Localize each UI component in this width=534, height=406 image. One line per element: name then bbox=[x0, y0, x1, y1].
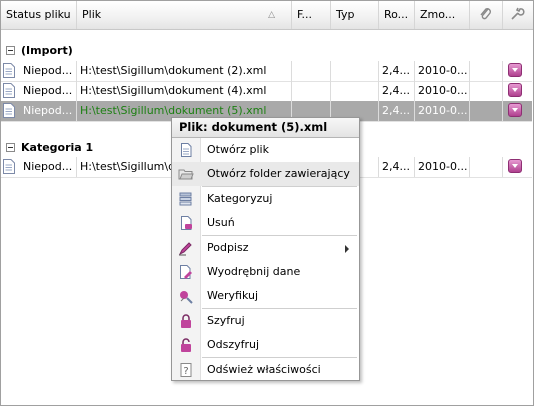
group-header-import[interactable]: (Import) bbox=[6, 43, 73, 59]
paperclip-icon bbox=[480, 8, 491, 20]
submenu-arrow-icon bbox=[345, 245, 349, 253]
column-header-f[interactable]: F... bbox=[292, 1, 331, 29]
wrench-icon bbox=[511, 7, 525, 20]
context-menu: Plik: dokument (5).xml Otwórz plik Otwór… bbox=[171, 117, 360, 381]
sign-pen-icon bbox=[178, 242, 192, 256]
table-row[interactable]: Niepod... H:\test\Sigillum\dokument (4).… bbox=[1, 81, 532, 102]
row-menu-button[interactable] bbox=[508, 159, 522, 173]
menu-item-encrypt[interactable]: Szyfruj bbox=[172, 309, 359, 333]
delete-icon bbox=[181, 216, 192, 230]
menu-item-delete[interactable]: Usuń bbox=[172, 211, 359, 235]
extract-data-icon bbox=[180, 265, 192, 279]
column-header-ro[interactable]: Ro... bbox=[379, 1, 415, 29]
collapse-toggle-icon[interactable] bbox=[6, 143, 15, 152]
sort-ascending-icon: △ bbox=[268, 10, 275, 20]
menu-item-verify[interactable]: Weryfikuj bbox=[172, 284, 359, 308]
menu-item-sign[interactable]: Podpisz bbox=[172, 236, 359, 260]
row-menu-button[interactable] bbox=[508, 103, 522, 117]
row-menu-button[interactable] bbox=[508, 83, 522, 97]
unlock-icon bbox=[181, 338, 191, 352]
document-icon bbox=[3, 63, 15, 78]
categorize-icon bbox=[179, 192, 192, 206]
row-menu-button[interactable] bbox=[508, 63, 522, 77]
refresh-properties-icon: ? bbox=[180, 363, 192, 377]
table-row[interactable]: Niepod... H:\test\Sigillum\dokument (2).… bbox=[1, 61, 532, 82]
document-icon bbox=[3, 159, 15, 174]
menu-item-categorize[interactable]: Kategoryzuj bbox=[172, 187, 359, 211]
svg-text:?: ? bbox=[183, 366, 188, 377]
column-header-zmo[interactable]: Zmo... bbox=[415, 1, 470, 29]
column-header-typ[interactable]: Typ bbox=[331, 1, 379, 29]
column-header-attachment[interactable] bbox=[470, 1, 503, 29]
menu-item-refresh-properties[interactable]: ? Odśwież właściwości bbox=[172, 358, 359, 382]
column-header-status[interactable]: Status pliku bbox=[1, 1, 77, 29]
menu-item-open-folder[interactable]: Otwórz folder zawierający bbox=[172, 162, 359, 186]
folder-open-icon bbox=[178, 169, 194, 180]
column-header-tools[interactable] bbox=[503, 1, 533, 29]
column-header-plik[interactable]: Plik △ bbox=[77, 1, 292, 29]
verify-icon bbox=[180, 291, 193, 304]
column-header-bar: Status pliku Plik △ F... Typ Ro... Zmo..… bbox=[1, 1, 533, 30]
document-icon bbox=[3, 83, 15, 98]
lock-icon bbox=[181, 314, 191, 328]
document-icon bbox=[3, 103, 15, 118]
context-menu-title: Plik: dokument (5).xml bbox=[172, 118, 359, 138]
menu-item-extract-data[interactable]: Wyodrębnij dane bbox=[172, 260, 359, 284]
document-icon bbox=[181, 143, 192, 157]
menu-item-decrypt[interactable]: Odszyfruj bbox=[172, 333, 359, 357]
group-header-kategoria-1[interactable]: Kategoria 1 bbox=[6, 140, 93, 156]
collapse-toggle-icon[interactable] bbox=[6, 46, 15, 55]
menu-item-open-file[interactable]: Otwórz plik bbox=[172, 138, 359, 162]
